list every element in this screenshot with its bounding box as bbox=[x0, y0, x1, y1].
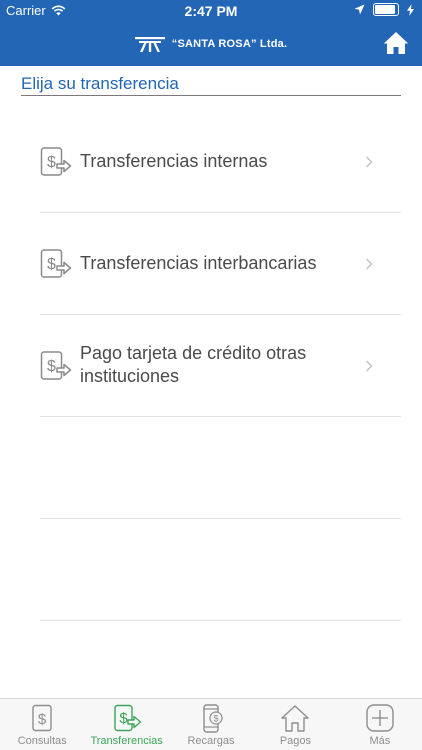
svg-text:$: $ bbox=[47, 154, 56, 171]
tab-label: Pagos bbox=[279, 735, 312, 747]
cooperative-logo-icon bbox=[134, 37, 165, 52]
transfer-option-internal[interactable]: $ Transferencias internas bbox=[40, 111, 401, 213]
tab-mas[interactable]: Más bbox=[338, 699, 422, 750]
tab-label: Transferencias bbox=[90, 735, 163, 747]
brand: “SANTA ROSA” Ltda. bbox=[0, 33, 422, 55]
dollar-transfer-icon: $ bbox=[40, 351, 72, 380]
location-arrow-icon bbox=[354, 4, 365, 15]
empty-list-row bbox=[40, 417, 401, 519]
transfer-option-credit-card[interactable]: $ Pago tarjeta de crédito otras instituc… bbox=[40, 315, 401, 417]
svg-text:$: $ bbox=[47, 256, 56, 273]
status-bar: Carrier 2:47 PM bbox=[0, 0, 422, 22]
plus-icon bbox=[366, 704, 394, 732]
tab-pagos[interactable]: Pagos bbox=[253, 699, 337, 750]
home-icon bbox=[281, 705, 310, 732]
home-icon bbox=[383, 32, 409, 54]
battery-level bbox=[375, 5, 395, 14]
status-right bbox=[354, 3, 414, 16]
home-button[interactable] bbox=[382, 30, 410, 56]
tab-label: Más bbox=[369, 735, 391, 747]
svg-text:$: $ bbox=[119, 710, 128, 727]
tab-label: Recargas bbox=[187, 735, 235, 747]
app-header: Carrier 2:47 PM “SANTA ROSA” Ltda. bbox=[0, 0, 422, 66]
dollar-transfer-icon: $ bbox=[40, 249, 72, 278]
transfer-option-label: Transferencias interbancarias bbox=[80, 252, 317, 273]
transfer-option-label: Pago tarjeta de crédito otras institucio… bbox=[80, 343, 307, 386]
chevron-right-icon bbox=[365, 360, 373, 372]
transfer-options-list: $ Transferencias internas $ Transferenci… bbox=[0, 111, 422, 621]
brand-name: “SANTA ROSA” Ltda. bbox=[171, 38, 288, 50]
transfer-option-interbank[interactable]: $ Transferencias interbancarias bbox=[40, 213, 401, 315]
charging-bolt-icon bbox=[407, 3, 414, 16]
dollar-transfer-icon: $ bbox=[40, 147, 72, 176]
dollar-transfer-icon: $ bbox=[113, 704, 141, 732]
tab-label: Consultas bbox=[17, 735, 67, 747]
tab-consultas[interactable]: $ Consultas bbox=[0, 699, 84, 750]
tab-bar: $ Consultas $ Transferencias $ Recargas … bbox=[0, 698, 422, 750]
chevron-right-icon bbox=[365, 156, 373, 168]
transfer-option-label: Transferencias internas bbox=[80, 150, 268, 171]
empty-list-row bbox=[40, 519, 401, 621]
svg-text:$: $ bbox=[47, 358, 56, 375]
battery-icon bbox=[373, 3, 399, 16]
dollar-document-icon: $ bbox=[32, 704, 52, 732]
svg-text:$: $ bbox=[214, 714, 219, 724]
chevron-right-icon bbox=[365, 258, 373, 270]
phone-icon: $ bbox=[203, 704, 223, 733]
svg-text:$: $ bbox=[38, 711, 47, 728]
tab-transferencias[interactable]: $ Transferencias bbox=[84, 699, 168, 750]
tab-recargas[interactable]: $ Recargas bbox=[169, 699, 253, 750]
section-title: Elija su transferencia bbox=[21, 74, 401, 96]
